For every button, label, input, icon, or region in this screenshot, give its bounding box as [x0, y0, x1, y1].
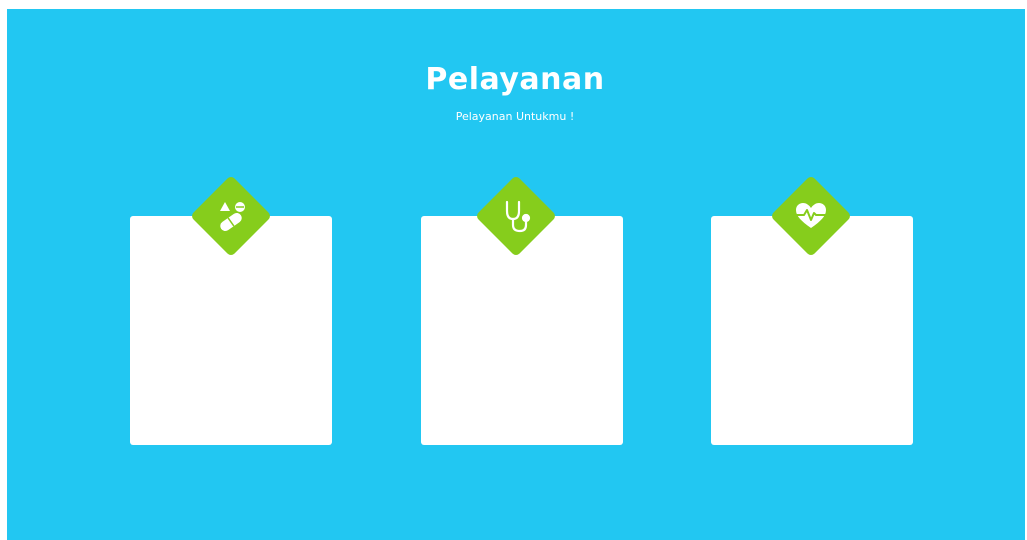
- page-subtitle: Pelayanan Untukmu !: [455, 110, 575, 123]
- page-title: Pelayanan: [425, 62, 605, 97]
- stethoscope-icon: [494, 194, 538, 238]
- heartbeat-icon: [789, 194, 833, 238]
- pills-icon: [209, 194, 253, 238]
